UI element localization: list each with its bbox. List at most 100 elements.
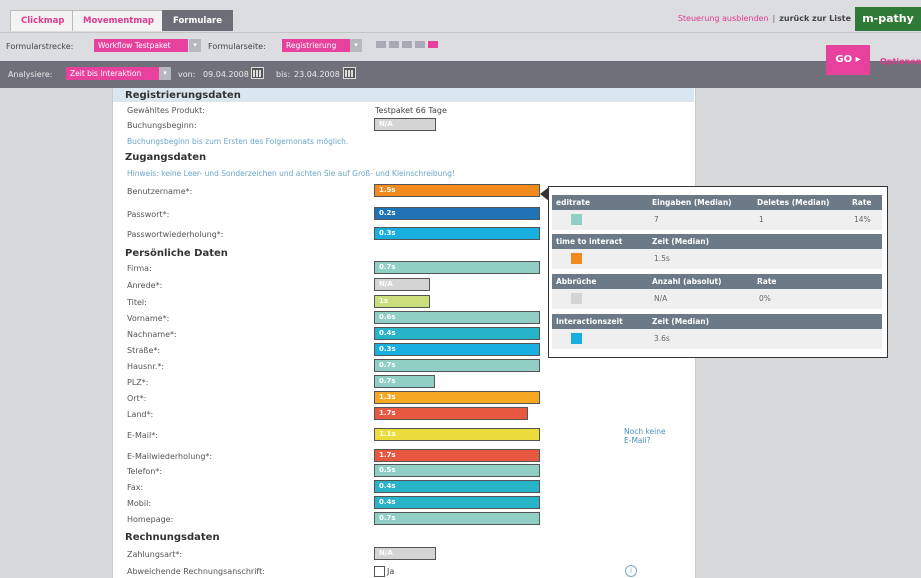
cell-value: 0% [759,294,771,303]
section-title: Rechnungsdaten [125,532,220,543]
back-to-list-link[interactable]: zurück zur Liste [779,14,851,23]
field-time-bar[interactable]: 1s [374,295,430,308]
from-label: von: [178,70,196,79]
no-email-line: E-Mail? [624,436,651,445]
chevron-down-icon[interactable]: ▾ [189,39,201,52]
booking-label: Buchungsbeginn: [127,121,197,130]
section-title: Persönliche Daten [125,248,228,259]
field-time-bar[interactable]: 1.5s [374,184,540,197]
options-link[interactable]: Optionen [880,57,921,66]
field-label: Ort*: [127,394,147,403]
field-label: Nachname*: [127,330,177,339]
no-email-link[interactable]: Noch keine E-Mail? [624,427,666,445]
tab-clickmap[interactable]: Clickmap [10,10,76,31]
section-title: Registrierungsdaten [125,90,241,101]
info-icon[interactable]: i [625,565,637,577]
booking-bar[interactable]: N/A [374,118,436,131]
col-header: Zeit (Median) [652,317,710,326]
go-button[interactable]: GO ▸ [826,45,870,75]
col-header: editrate [556,198,591,207]
field-label: Homepage: [127,515,174,524]
field-time-bar[interactable]: 1.3s [374,391,540,404]
calendar-icon[interactable] [343,67,356,79]
chevron-down-icon[interactable]: ▾ [159,67,171,80]
interact-row: 1.5s [552,249,882,269]
page-step-icon[interactable] [376,41,386,48]
interaction-time-header: Interactionszeit Zeit (Median) [552,314,882,329]
col-header: Anzahl (absolut) [652,277,722,286]
col-header: Zeit (Median) [652,237,710,246]
field-label: Anrede*: [127,281,163,290]
field-time-bar[interactable]: 0.3s [374,227,540,240]
section-title: Zugangsdaten [125,152,207,163]
col-header: Rate [757,277,777,286]
color-swatch [571,214,582,225]
field-time-bar[interactable]: 1.1s [374,428,540,441]
product-value: Testpaket 66 Tage [375,106,447,115]
col-header: Abbrüche [556,277,597,286]
to-date[interactable]: 23.04.2008 [294,70,340,79]
abort-header: Abbrüche Anzahl (absolut) Rate [552,274,882,289]
analyze-select[interactable]: Zeit bis Interaktion [66,67,160,80]
field-time-bar[interactable]: 0.7s [374,261,540,274]
cell-value: 3.6s [654,334,670,343]
field-time-bar[interactable]: N/A [374,278,430,291]
tab-formulare[interactable]: Formulare [162,10,234,31]
top-links: Steuerung ausblenden | zurück zur Liste [678,14,851,23]
m-pathy-logo: m-pathy [855,7,921,31]
field-label: Firma: [127,264,152,273]
field-time-bar[interactable]: 0.3s [374,343,540,356]
col-header: Eingaben (Median) [652,198,732,207]
calendar-icon[interactable] [251,67,264,79]
page-select[interactable]: Registrierung [282,39,350,52]
field-time-bar[interactable]: 1.7s [374,407,528,420]
route-select[interactable]: Workflow Testpaket [94,39,188,52]
link-separator: | [772,14,776,23]
field-time-bar[interactable]: 0.4s [374,496,540,509]
from-date[interactable]: 09.04.2008 [203,70,249,79]
field-time-bar[interactable]: 1.7s [374,449,540,462]
field-label: E-Mailwiederholung*: [127,452,213,461]
page-step-active-icon[interactable] [428,41,438,48]
field-label: Land*: [127,410,154,419]
alt-address-option: Ja [387,567,395,576]
field-time-bar[interactable]: 0.6s [374,311,540,324]
field-time-bar[interactable]: 0.7s [374,359,540,372]
field-time-bar[interactable]: 0.2s [374,207,540,220]
payment-bar[interactable]: N/A [374,547,436,560]
page-step-icon[interactable] [402,41,412,48]
field-label: Mobil: [127,499,152,508]
to-label: bis: [276,70,291,79]
booking-hint: Buchungsbeginn bis zum Ersten des Folgem… [127,137,349,146]
access-hint: Hinweis: keine Leer- und Sonderzeichen u… [127,169,455,178]
field-label: Telefon*: [127,467,163,476]
field-label: Titel: [127,298,147,307]
analyze-label: Analysiere: [8,70,53,79]
field-time-bar[interactable]: 0.5s [374,464,540,477]
field-time-bar[interactable]: 0.4s [374,480,540,493]
cell-value: 7 [654,215,659,224]
tab-movementmap[interactable]: Movementmap [72,10,166,31]
hide-controls-link[interactable]: Steuerung ausblenden [678,14,769,23]
editrate-header: editrate Eingaben (Median) Deletes (Medi… [552,195,882,210]
col-header: Rate [852,198,872,207]
field-time-bar[interactable]: 0.4s [374,327,540,340]
payment-label: Zahlungsart*: [127,550,183,559]
route-label: Formularstrecke: [6,42,74,51]
field-time-bar[interactable]: 0.7s [374,512,540,525]
field-time-bar[interactable]: 0.7s [374,375,435,388]
cell-value: N/A [654,294,668,303]
page-step-icon[interactable] [415,41,425,48]
field-label: Straße*: [127,346,161,355]
abort-row: N/A 0% [552,289,882,309]
top-navigation: Clickmap Movementmap Formulare Steuerung… [0,0,921,33]
field-label: Benutzername*: [127,187,193,196]
color-swatch [571,333,582,344]
product-label: Gewähltes Produkt: [127,106,205,115]
color-swatch [571,253,582,264]
alt-address-checkbox[interactable] [374,566,385,577]
no-email-line: Noch keine [624,427,666,436]
field-label: Passwortwiederholung*: [127,230,224,239]
page-step-icon[interactable] [389,41,399,48]
chevron-down-icon[interactable]: ▾ [350,39,362,52]
